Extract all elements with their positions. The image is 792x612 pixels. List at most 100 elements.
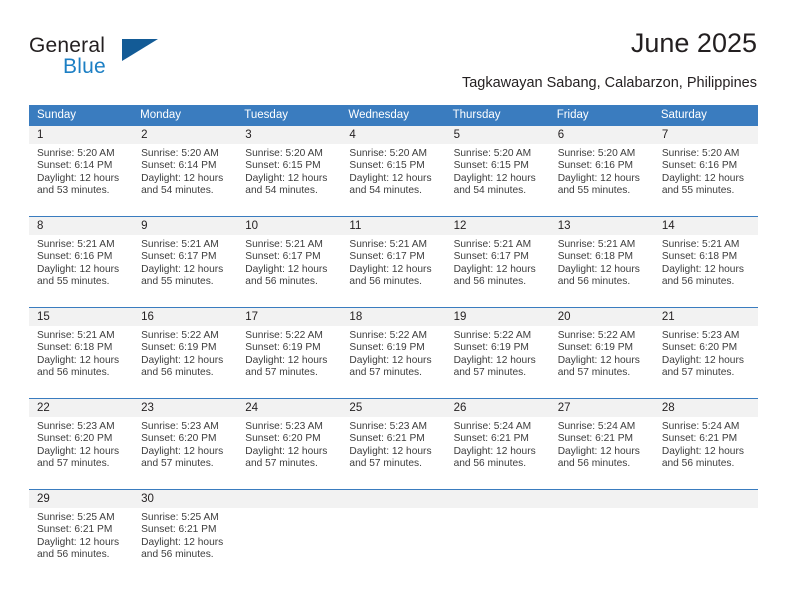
calendar-day-cell-empty (445, 489, 550, 580)
sunrise-text: Sunrise: 5:24 AM (661, 421, 740, 432)
calendar-day-cell[interactable]: 14 Sunrise: 5:21 AM Sunset: 6:18 PM Dayligh… (653, 216, 758, 308)
day-sun-info: Sunrise: 5:23 AM Sunset: 6:20 PM Daylight:… (133, 417, 237, 471)
daylight-text: Daylight: 12 hours and 55 minutes. (37, 263, 120, 288)
day-cell-content: 19 Sunrise: 5:22 AM Sunset: 6:19 PM Dayligh… (445, 308, 550, 398)
calendar-day-cell[interactable]: 26 Sunrise: 5:24 AM Sunset: 6:21 PM Dayligh… (445, 398, 550, 490)
sunset-text: Sunset: 6:15 PM (245, 160, 321, 172)
calendar-day-cell[interactable]: 2 Sunrise: 5:20 AM Sunset: 6:14 PM Daylight… (133, 126, 238, 217)
sunrise-text: Sunrise: 5:23 AM (141, 421, 219, 432)
day-number: 7 (653, 126, 758, 144)
calendar-day-cell[interactable]: 18 Sunrise: 5:22 AM Sunset: 6:19 PM Dayligh… (341, 307, 446, 399)
day-number: 8 (29, 217, 134, 235)
calendar-week-row: 29 Sunrise: 5:25 AM Sunset: 6:21 PM Dayligh… (29, 489, 758, 580)
sunset-text: Sunset: 6:20 PM (661, 342, 738, 354)
day-number: 24 (237, 399, 342, 417)
day-cell-content: 12 Sunrise: 5:21 AM Sunset: 6:17 PM Dayligh… (445, 217, 550, 307)
sunset-text: Sunset: 6:17 PM (453, 251, 529, 263)
sunset-text: Sunset: 6:14 PM (141, 160, 217, 172)
calendar-day-cell[interactable]: 5 Sunrise: 5:20 AM Sunset: 6:15 PM Daylight… (445, 126, 550, 217)
sunset-text: Sunset: 6:16 PM (557, 160, 634, 172)
day-cell-content (237, 490, 342, 580)
daylight-text: Daylight: 12 hours and 55 minutes. (557, 172, 640, 197)
day-sun-info: Sunrise: 5:20 AM Sunset: 6:15 PM Daylight:… (446, 144, 550, 198)
day-number: 2 (133, 126, 238, 144)
calendar-day-cell[interactable]: 28 Sunrise: 5:24 AM Sunset: 6:21 PM Dayligh… (653, 398, 758, 490)
calendar-day-cell-empty (653, 489, 758, 580)
calendar-day-cell[interactable]: 3 Sunrise: 5:20 AM Sunset: 6:15 PM Daylight… (237, 126, 342, 217)
calendar-day-cell[interactable]: 12 Sunrise: 5:21 AM Sunset: 6:17 PM Dayligh… (445, 216, 550, 308)
day-number: 17 (237, 308, 342, 326)
day-sun-info: Sunrise: 5:24 AM Sunset: 6:21 PM Daylight:… (654, 417, 758, 471)
day-cell-content: 7 Sunrise: 5:20 AM Sunset: 6:16 PM Daylight… (653, 126, 758, 216)
calendar-day-cell[interactable]: 30 Sunrise: 5:25 AM Sunset: 6:21 PM Dayligh… (133, 489, 238, 580)
weekday-header-monday: Monday (133, 105, 238, 126)
sunset-text: Sunset: 6:14 PM (37, 160, 113, 172)
logo-text-blue: Blue (63, 55, 106, 78)
calendar-day-cell[interactable]: 22 Sunrise: 5:23 AM Sunset: 6:20 PM Dayligh… (29, 398, 134, 490)
daylight-text: Daylight: 12 hours and 56 minutes. (349, 263, 432, 288)
day-cell-content: 28 Sunrise: 5:24 AM Sunset: 6:21 PM Dayligh… (653, 399, 758, 489)
calendar-day-cell[interactable]: 23 Sunrise: 5:23 AM Sunset: 6:20 PM Dayligh… (133, 398, 238, 490)
calendar-day-cell[interactable]: 13 Sunrise: 5:21 AM Sunset: 6:18 PM Dayligh… (549, 216, 654, 308)
day-number: 9 (133, 217, 238, 235)
sunset-text: Sunset: 6:21 PM (349, 433, 425, 445)
sunset-text: Sunset: 6:19 PM (245, 342, 321, 354)
calendar-day-cell[interactable]: 10 Sunrise: 5:21 AM Sunset: 6:17 PM Dayligh… (237, 216, 342, 308)
calendar-day-cell[interactable]: 6 Sunrise: 5:20 AM Sunset: 6:16 PM Daylight… (549, 126, 654, 217)
sunset-text: Sunset: 6:19 PM (349, 342, 425, 354)
day-number: 16 (133, 308, 238, 326)
day-number: 22 (29, 399, 134, 417)
calendar-day-cell[interactable]: 11 Sunrise: 5:21 AM Sunset: 6:17 PM Dayligh… (341, 216, 446, 308)
daylight-text: Daylight: 12 hours and 56 minutes. (453, 263, 536, 288)
calendar-day-cell[interactable]: 24 Sunrise: 5:23 AM Sunset: 6:20 PM Dayligh… (237, 398, 342, 490)
calendar-day-cell[interactable]: 9 Sunrise: 5:21 AM Sunset: 6:17 PM Daylight… (133, 216, 238, 308)
day-cell-content: 25 Sunrise: 5:23 AM Sunset: 6:21 PM Dayligh… (341, 399, 446, 489)
sunrise-text: Sunrise: 5:20 AM (245, 148, 323, 159)
day-number: 25 (341, 399, 446, 417)
sunrise-text: Sunrise: 5:23 AM (245, 421, 323, 432)
calendar-day-cell[interactable]: 7 Sunrise: 5:20 AM Sunset: 6:16 PM Daylight… (653, 126, 758, 217)
sunset-text: Sunset: 6:17 PM (245, 251, 321, 263)
sunrise-text: Sunrise: 5:25 AM (141, 512, 219, 523)
calendar-day-cell[interactable]: 1 Sunrise: 5:20 AM Sunset: 6:14 PM Daylight… (29, 126, 134, 217)
daylight-text: Daylight: 12 hours and 57 minutes. (245, 445, 328, 470)
sunrise-text: Sunrise: 5:24 AM (557, 421, 636, 432)
weekday-header-friday: Friday (549, 105, 654, 126)
weekday-header-row: Sunday Monday Tuesday Wednesday Thursday… (29, 105, 758, 126)
day-sun-info: Sunrise: 5:20 AM Sunset: 6:15 PM Daylight:… (237, 144, 341, 198)
day-cell-content (341, 490, 446, 580)
sunset-text: Sunset: 6:16 PM (661, 160, 738, 172)
day-sun-info: Sunrise: 5:21 AM Sunset: 6:18 PM Daylight:… (29, 326, 133, 380)
calendar-day-cell[interactable]: 4 Sunrise: 5:20 AM Sunset: 6:15 PM Daylight… (341, 126, 446, 217)
day-sun-info: Sunrise: 5:23 AM Sunset: 6:21 PM Daylight:… (341, 417, 445, 471)
calendar-day-cell[interactable]: 19 Sunrise: 5:22 AM Sunset: 6:19 PM Dayligh… (445, 307, 550, 399)
day-number: 23 (133, 399, 238, 417)
calendar-day-cell[interactable]: 25 Sunrise: 5:23 AM Sunset: 6:21 PM Dayligh… (341, 398, 446, 490)
day-cell-content: 14 Sunrise: 5:21 AM Sunset: 6:18 PM Dayligh… (653, 217, 758, 307)
day-cell-content: 9 Sunrise: 5:21 AM Sunset: 6:17 PM Daylight… (133, 217, 238, 307)
day-sun-info: Sunrise: 5:21 AM Sunset: 6:17 PM Daylight:… (237, 235, 341, 289)
daylight-text: Daylight: 12 hours and 56 minutes. (661, 445, 744, 470)
calendar-day-cell[interactable]: 21 Sunrise: 5:23 AM Sunset: 6:20 PM Dayligh… (653, 307, 758, 399)
calendar-day-cell[interactable]: 29 Sunrise: 5:25 AM Sunset: 6:21 PM Dayligh… (29, 489, 134, 580)
day-number: 28 (653, 399, 758, 417)
sunrise-text: Sunrise: 5:20 AM (453, 148, 532, 159)
calendar-day-cell[interactable]: 27 Sunrise: 5:24 AM Sunset: 6:21 PM Dayligh… (549, 398, 654, 490)
calendar-day-cell[interactable]: 8 Sunrise: 5:21 AM Sunset: 6:16 PM Daylight… (29, 216, 134, 308)
calendar-day-cell[interactable]: 20 Sunrise: 5:22 AM Sunset: 6:19 PM Dayligh… (549, 307, 654, 399)
day-cell-content: 23 Sunrise: 5:23 AM Sunset: 6:20 PM Dayligh… (133, 399, 238, 489)
calendar-day-cell[interactable]: 15 Sunrise: 5:21 AM Sunset: 6:18 PM Dayligh… (29, 307, 134, 399)
daylight-text: Daylight: 12 hours and 57 minutes. (37, 445, 120, 470)
page-title: June 2025 (630, 28, 757, 58)
daylight-text: Daylight: 12 hours and 57 minutes. (557, 354, 640, 379)
weekday-header-tuesday: Tuesday (237, 105, 342, 126)
day-cell-content: 20 Sunrise: 5:22 AM Sunset: 6:19 PM Dayligh… (549, 308, 654, 398)
calendar-day-cell[interactable]: 17 Sunrise: 5:22 AM Sunset: 6:19 PM Dayligh… (237, 307, 342, 399)
daylight-text: Daylight: 12 hours and 56 minutes. (141, 354, 224, 379)
sunset-text: Sunset: 6:20 PM (245, 433, 321, 445)
calendar-day-cell[interactable]: 16 Sunrise: 5:22 AM Sunset: 6:19 PM Dayligh… (133, 307, 238, 399)
sunrise-text: Sunrise: 5:23 AM (661, 330, 740, 341)
daylight-text: Daylight: 12 hours and 56 minutes. (245, 263, 328, 288)
day-number: 30 (133, 490, 238, 508)
sunrise-text: Sunrise: 5:21 AM (141, 239, 219, 250)
